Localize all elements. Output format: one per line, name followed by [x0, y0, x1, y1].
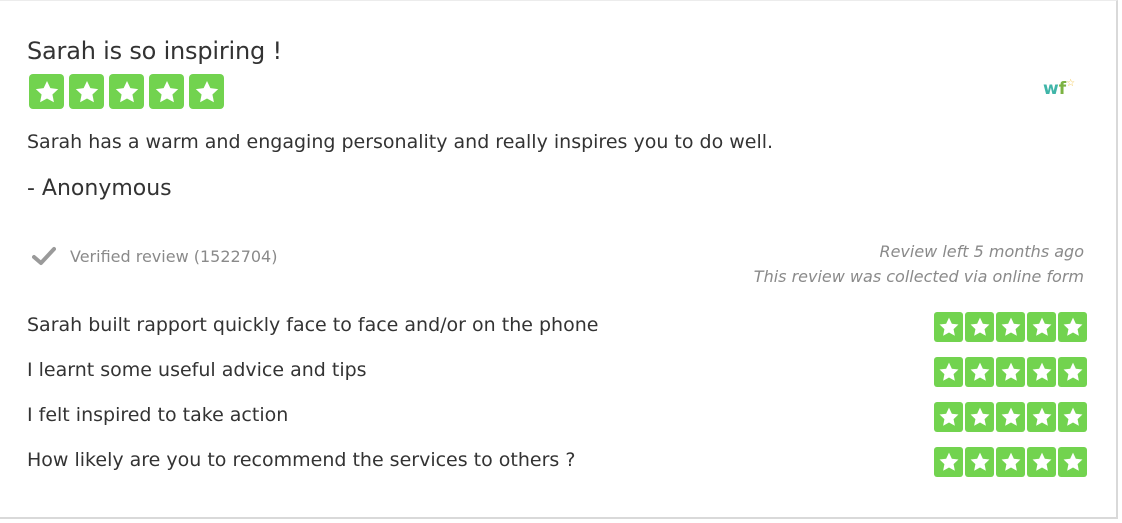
star-icon — [1027, 312, 1056, 342]
star-icon — [1058, 357, 1087, 387]
review-title: Sarah is so inspiring ! — [27, 37, 282, 65]
star-icon — [996, 357, 1025, 387]
logo-f: f — [1058, 79, 1067, 99]
wf-logo[interactable]: wf☆ — [1043, 78, 1076, 99]
logo-w: w — [1043, 79, 1059, 99]
checkmark-icon — [32, 246, 56, 266]
review-meta: Review left 5 months ago This review was… — [754, 239, 1084, 289]
question-row: How likely are you to recommend the serv… — [27, 447, 1087, 479]
star-icon — [29, 74, 64, 109]
star-icon — [934, 447, 963, 477]
star-icon — [965, 402, 994, 432]
review-card: Sarah is so inspiring ! wf☆ Sarah has a … — [0, 0, 1118, 519]
star-icon — [109, 74, 144, 109]
question-rating — [934, 402, 1087, 432]
star-icon — [934, 357, 963, 387]
review-author: - Anonymous — [27, 176, 172, 201]
star-icon — [1027, 357, 1056, 387]
star-icon — [1058, 447, 1087, 477]
question-label: Sarah built rapport quickly face to face… — [27, 314, 599, 336]
review-collected-via: This review was collected via online for… — [753, 267, 1084, 286]
verified-review-label: Verified review (1522704) — [70, 246, 278, 266]
review-rating — [29, 74, 224, 109]
star-icon — [965, 447, 994, 477]
star-icon — [1058, 402, 1087, 432]
review-left-when: Review left 5 months ago — [879, 242, 1084, 261]
star-icon — [934, 402, 963, 432]
question-rating — [934, 312, 1087, 342]
question-rating — [934, 357, 1087, 387]
question-row: Sarah built rapport quickly face to face… — [27, 312, 1087, 344]
question-label: I felt inspired to take action — [27, 404, 289, 426]
star-icon — [149, 74, 184, 109]
star-icon — [965, 357, 994, 387]
star-icon — [996, 312, 1025, 342]
star-icon — [69, 74, 104, 109]
star-icon — [1027, 447, 1056, 477]
star-icon — [934, 312, 963, 342]
question-label: How likely are you to recommend the serv… — [27, 449, 576, 471]
star-icon — [189, 74, 224, 109]
star-icon — [996, 402, 1025, 432]
logo-star-icon: ☆ — [1066, 78, 1076, 89]
question-label: I learnt some useful advice and tips — [27, 359, 367, 381]
star-icon — [1058, 312, 1087, 342]
star-icon — [996, 447, 1025, 477]
verified-review: Verified review (1522704) — [32, 246, 277, 266]
question-row: I learnt some useful advice and tips — [27, 357, 1087, 389]
question-rating — [934, 447, 1087, 477]
review-body: Sarah has a warm and engaging personalit… — [27, 131, 774, 153]
question-row: I felt inspired to take action — [27, 402, 1087, 434]
star-icon — [965, 312, 994, 342]
star-icon — [1027, 402, 1056, 432]
